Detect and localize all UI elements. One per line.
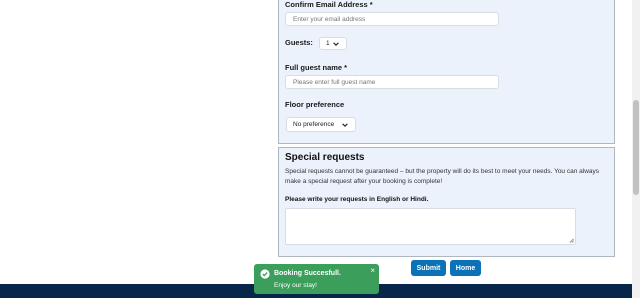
special-requests-textarea-label: Please write your requests in English or… (285, 196, 429, 203)
home-button[interactable]: Home (450, 260, 481, 276)
submit-button[interactable]: Submit (411, 260, 446, 276)
booking-form-panel: Confirm Email Address * Enter your email… (278, 0, 615, 144)
guests-value: 1 (326, 40, 330, 47)
page-scrollbar[interactable] (632, 0, 640, 298)
toast-message: Enjoy our stay! (274, 282, 317, 289)
success-toast: Booking Succesfull. Enjoy our stay! × (254, 264, 379, 294)
guest-name-label: Full guest name * (285, 63, 348, 72)
floor-preference-label: Floor preference (285, 100, 345, 109)
guest-name-field[interactable]: Please enter full guest name (285, 75, 499, 89)
toast-title: Booking Succesfull. (274, 270, 341, 277)
special-requests-textarea[interactable] (285, 208, 576, 245)
page: Confirm Email Address * Enter your email… (0, 0, 640, 298)
confirm-email-label: Confirm Email Address * (285, 0, 373, 9)
check-circle-icon (260, 269, 270, 279)
resize-handle-icon[interactable] (569, 238, 574, 243)
chevron-down-icon (333, 41, 339, 46)
confirm-email-field[interactable]: Enter your email address (285, 12, 499, 26)
scrollbar-thumb[interactable] (633, 100, 639, 195)
special-requests-description: Special requests cannot be guaranteed – … (285, 168, 600, 185)
floor-preference-select[interactable]: No preference (286, 117, 356, 132)
chevron-down-icon (342, 122, 348, 127)
special-requests-title: Special requests (285, 152, 365, 163)
special-requests-panel: Special requests Special requests cannot… (278, 147, 615, 257)
close-icon[interactable]: × (370, 267, 375, 275)
guests-select[interactable]: 1 (319, 37, 347, 50)
floor-preference-value: No preference (293, 121, 335, 128)
guests-label: Guests: (285, 38, 313, 47)
